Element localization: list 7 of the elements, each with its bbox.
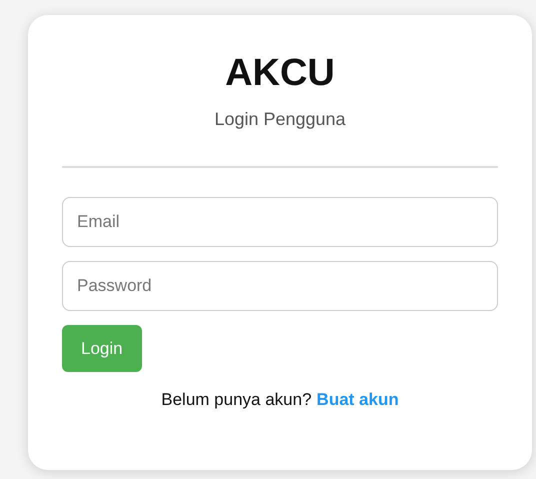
input-field[interactable]: Password <box>62 261 498 311</box>
login-subtitle: Login Pengguna <box>214 109 346 130</box>
login-button[interactable]: Login <box>62 325 142 372</box>
app-title: AKCU <box>225 51 335 95</box>
input-field[interactable]: Email <box>62 197 498 247</box>
signup-prompt: Belum punya akun? <box>161 390 312 410</box>
signup-link[interactable]: Buat akun <box>316 390 399 410</box>
